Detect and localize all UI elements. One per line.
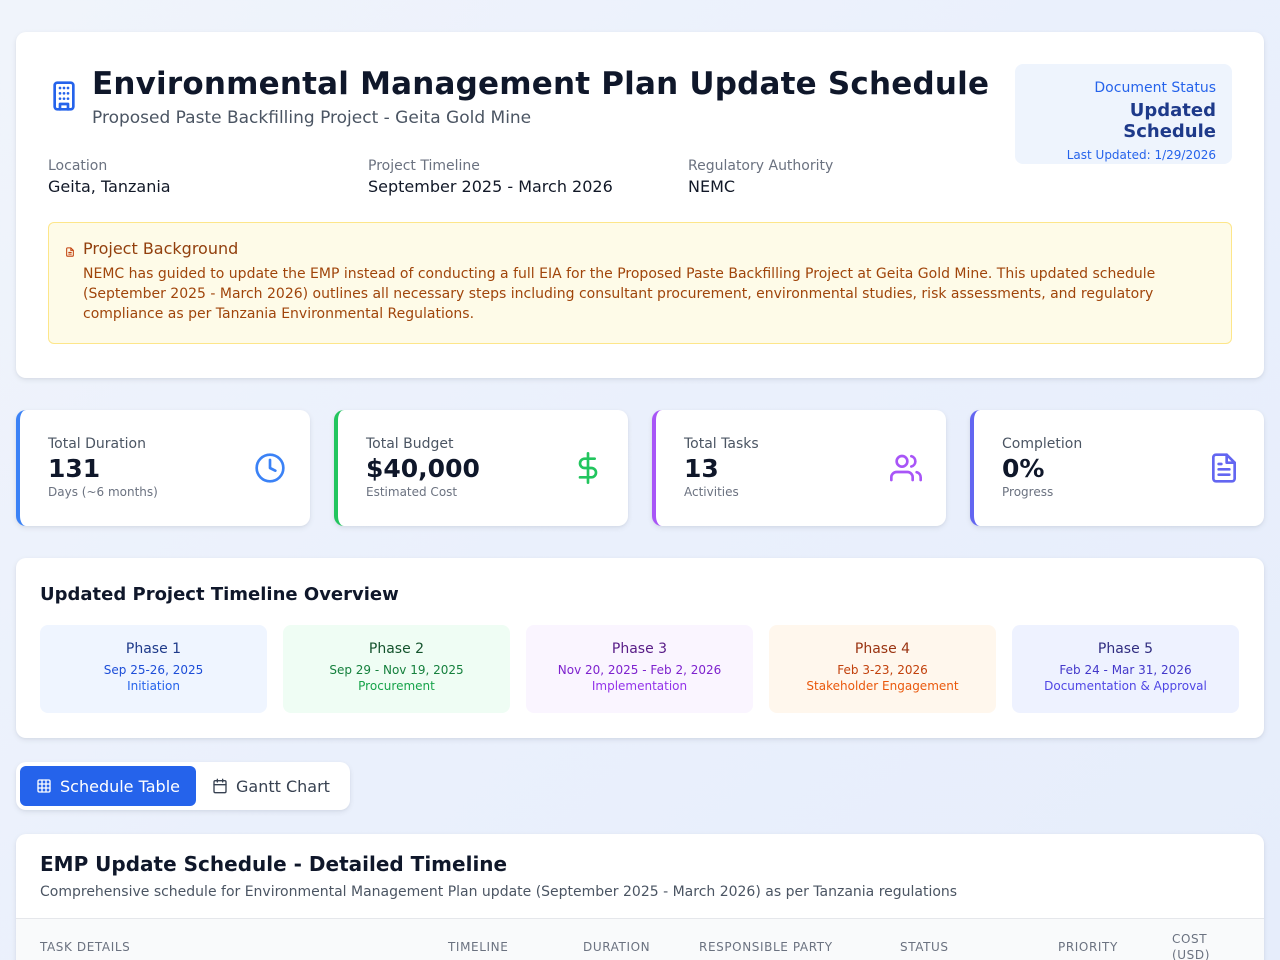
phase-stage: Stakeholder Engagement — [806, 679, 959, 693]
background-title: Project Background — [83, 239, 239, 258]
phase-card-3: Phase 3 Nov 20, 2025 - Feb 2, 2026 Imple… — [526, 625, 753, 713]
phase-name: Phase 2 — [368, 641, 425, 657]
stat-total-budget: Total Budget $40,000 Estimated Cost — [334, 410, 628, 526]
phase-dates: Sep 29 - Nov 19, 2025 — [329, 663, 464, 677]
column-header-responsible-party[interactable]: Responsible Party — [699, 939, 833, 955]
dollar-icon — [578, 452, 598, 484]
stat-label: Total Budget — [366, 436, 454, 452]
stat-label: Total Duration — [48, 436, 146, 452]
last-updated: Last Updated: 1/29/2026 — [1066, 148, 1216, 162]
phase-dates: Sep 25-26, 2025 — [103, 663, 204, 677]
stat-value: 13 — [684, 454, 719, 483]
meta-label: Project Timeline — [368, 158, 480, 174]
column-header-cost[interactable]: Cost (USD) — [1172, 931, 1232, 960]
phase-stage: Initiation — [127, 679, 180, 693]
meta-value: NEMC — [688, 177, 736, 196]
overview-title: Updated Project Timeline Overview — [40, 584, 399, 605]
document-icon — [1212, 453, 1236, 483]
stat-value: $40,000 — [366, 454, 480, 483]
background-text: NEMC has guided to update the EMP instea… — [83, 266, 1156, 322]
phase-stage: Implementation — [591, 679, 688, 693]
phase-name: Phase 3 — [611, 641, 668, 657]
phase-name: Phase 4 — [854, 641, 911, 657]
column-header-status[interactable]: Status — [900, 939, 949, 955]
meta-label: Regulatory Authority — [688, 158, 834, 174]
building-icon — [53, 81, 75, 111]
stat-total-duration: Total Duration 131 Days (~6 months) — [16, 410, 310, 526]
document-status-label: Document Status — [1094, 80, 1216, 96]
page-title: Environmental Management Plan Update Sch… — [92, 66, 990, 102]
column-header-priority[interactable]: Priority — [1058, 939, 1118, 955]
project-background: Project Background NEMC has guided to up… — [48, 222, 1232, 344]
clock-icon — [255, 453, 285, 483]
stat-completion: Completion 0% Progress — [970, 410, 1264, 526]
page-subtitle: Proposed Paste Backfilling Project - Gei… — [92, 108, 532, 128]
phase-dates: Nov 20, 2025 - Feb 2, 2026 — [557, 663, 722, 677]
detail-title: EMP Update Schedule - Detailed Timeline — [40, 852, 508, 876]
phase-stage: Procurement — [358, 679, 435, 693]
timeline-overview: Updated Project Timeline Overview Phase … — [16, 558, 1264, 738]
stat-value: 0% — [1002, 454, 1045, 483]
detailed-schedule: EMP Update Schedule - Detailed Timeline … — [16, 834, 1264, 960]
stat-sub: Days (~6 months) — [48, 485, 158, 499]
users-icon — [890, 454, 922, 482]
calendar-icon — [213, 778, 227, 794]
stat-total-tasks: Total Tasks 13 Activities — [652, 410, 946, 526]
phase-name: Phase 5 — [1097, 641, 1154, 657]
phase-name: Phase 1 — [125, 641, 182, 657]
detail-description: Comprehensive schedule for Environmental… — [40, 884, 958, 900]
stat-sub: Progress — [1002, 485, 1054, 499]
phase-dates: Feb 24 - Mar 31, 2026 — [1059, 663, 1192, 677]
tab-label: Gantt Chart — [236, 776, 330, 796]
view-tabs: Schedule Table Gantt Chart — [16, 762, 350, 810]
meta-label: Location — [48, 158, 108, 174]
table-icon — [37, 779, 51, 793]
column-header-timeline[interactable]: Timeline — [448, 939, 508, 955]
stat-label: Total Tasks — [684, 436, 759, 452]
meta-value: September 2025 - March 2026 — [368, 177, 613, 196]
stat-sub: Estimated Cost — [366, 485, 458, 499]
phase-card-2: Phase 2 Sep 29 - Nov 19, 2025 Procuremen… — [283, 625, 510, 713]
meta-location: Location Geita, Tanzania — [48, 158, 368, 196]
file-icon — [66, 247, 74, 257]
phase-dates: Feb 3-23, 2026 — [837, 663, 928, 677]
document-status-box: Document Status Updated Schedule Last Up… — [1015, 64, 1232, 164]
phase-card-5: Phase 5 Feb 24 - Mar 31, 2026 Documentat… — [1012, 625, 1239, 713]
tab-schedule-table[interactable]: Schedule Table — [20, 766, 196, 806]
meta-value: Geita, Tanzania — [48, 177, 171, 196]
meta-timeline: Project Timeline September 2025 - March … — [368, 158, 688, 196]
stat-label: Completion — [1002, 436, 1083, 452]
stat-value: 131 — [48, 454, 101, 483]
header-card: Environmental Management Plan Update Sch… — [16, 32, 1264, 378]
column-header-duration[interactable]: Duration — [583, 939, 650, 955]
stat-sub: Activities — [684, 485, 739, 499]
document-status-value: Updated Schedule — [1123, 100, 1216, 142]
tab-gantt-chart[interactable]: Gantt Chart — [196, 766, 346, 806]
tab-label: Schedule Table — [60, 776, 180, 796]
table-header: Task Details Timeline Duration Responsib… — [16, 919, 1264, 960]
phase-stage: Documentation & Approval — [1044, 679, 1207, 693]
column-header-task-details[interactable]: Task Details — [40, 939, 130, 955]
phase-card-4: Phase 4 Feb 3-23, 2026 Stakeholder Engag… — [769, 625, 996, 713]
phase-card-1: Phase 1 Sep 25-26, 2025 Initiation — [40, 625, 267, 713]
meta-authority: Regulatory Authority NEMC — [688, 158, 1008, 196]
